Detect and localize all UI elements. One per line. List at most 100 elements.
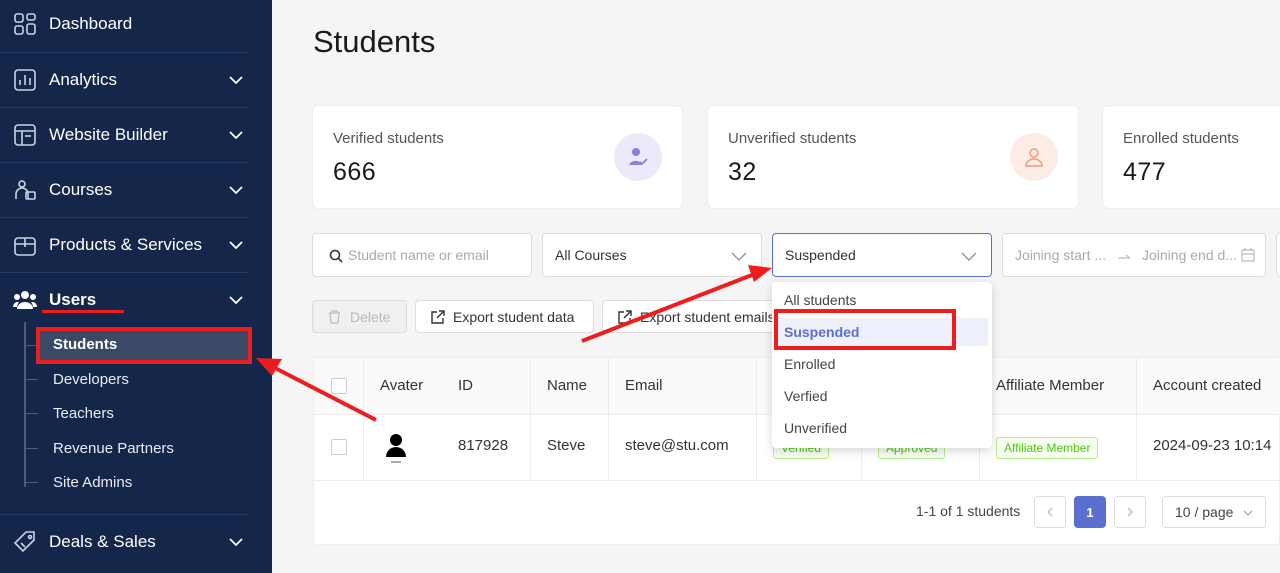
col-id: ID: [458, 377, 473, 394]
sidebar-subitem-revenue-partners[interactable]: Revenue Partners: [53, 440, 174, 457]
col-name: Name: [547, 377, 588, 394]
prev-page-button[interactable]: [1034, 496, 1066, 528]
page-button-current[interactable]: 1: [1074, 496, 1106, 528]
website-builder-icon: [13, 123, 37, 147]
sidebar-subitem-site-admins[interactable]: Site Admins: [53, 474, 132, 491]
chevron-down-icon: [731, 252, 747, 262]
stat-card-enrolled: Enrolled students 477: [1102, 105, 1280, 209]
chevron-down-icon: [229, 538, 243, 547]
sidebar-item-website-builder[interactable]: Website Builder: [0, 108, 272, 162]
joining-date-range[interactable]: Joining start ... Joining end d...: [1002, 233, 1266, 277]
sidebar-item-label: Users: [49, 290, 97, 309]
analytics-icon: [13, 68, 37, 92]
option-unverified[interactable]: Unverified: [784, 420, 847, 436]
end-date-input[interactable]: Joining end d...: [1142, 247, 1237, 263]
stat-label: Enrolled students: [1123, 130, 1239, 147]
col-email: Email: [625, 377, 663, 394]
export-icon: [618, 310, 632, 324]
avatar: [386, 434, 406, 463]
subnav-tree-line: [24, 322, 26, 487]
calendar-icon: [1241, 248, 1255, 262]
col-account-created: Account created: [1153, 377, 1262, 394]
stat-value: 477: [1123, 158, 1167, 186]
users-icon: [13, 288, 37, 312]
subnav-connector: [24, 379, 38, 380]
subnav-connector: [24, 482, 38, 483]
stat-card-unverified: Unverified students 32: [707, 105, 1079, 209]
products-icon: [13, 233, 37, 257]
cell-created: 2024-09-23 10:14: [1153, 437, 1272, 454]
sidebar: Dashboard Analytics Website Builder Cour…: [0, 0, 272, 573]
cell-email: steve@stu.com: [625, 437, 729, 454]
page-size-select[interactable]: 10 / page: [1162, 496, 1266, 528]
chevron-down-icon: [961, 252, 977, 262]
sidebar-item-deals-sales[interactable]: Deals & Sales: [0, 515, 272, 569]
col-avatar: Avater: [380, 377, 424, 394]
row-checkbox[interactable]: [331, 439, 347, 455]
stat-value: 666: [333, 158, 377, 186]
option-enrolled[interactable]: Enrolled: [784, 356, 835, 372]
cell-id: 817928: [458, 437, 509, 454]
affiliate-badge: Affiliate Member: [996, 437, 1099, 459]
course-select-value: All Courses: [555, 247, 627, 263]
export-emails-label: Export student emails: [640, 308, 775, 325]
chevron-down-icon: [229, 76, 243, 85]
delete-label: Delete: [350, 308, 391, 325]
sidebar-subitem-teachers[interactable]: Teachers: [53, 405, 114, 422]
pagination-summary: 1-1 of 1 students: [916, 503, 1021, 519]
page-title: Students: [313, 24, 436, 59]
sidebar-item-label: Dashboard: [49, 14, 133, 33]
sidebar-item-analytics[interactable]: Analytics: [0, 53, 272, 107]
sidebar-item-label: Analytics: [49, 70, 118, 89]
sidebar-subitem-students[interactable]: Students: [53, 336, 117, 353]
sidebar-item-users[interactable]: Users: [0, 273, 272, 327]
chevron-down-icon: [229, 131, 243, 140]
start-date-input[interactable]: Joining start ...: [1015, 247, 1106, 263]
chevron-down-icon: [229, 186, 243, 195]
sidebar-item-label: Courses: [49, 180, 113, 199]
chevron-right-icon: [1127, 507, 1133, 517]
stat-card-verified: Verified students 666: [312, 105, 683, 209]
verified-user-icon: [614, 133, 662, 181]
tag-icon: [13, 530, 37, 554]
chevron-left-icon: [1047, 507, 1053, 517]
chevron-down-icon: [1243, 510, 1253, 516]
select-all-checkbox[interactable]: [331, 378, 347, 394]
annotation-underline: [42, 310, 124, 313]
status-select-value: Suspended: [785, 247, 856, 263]
annotation-highlight-suspended: [774, 309, 956, 350]
dashboard-icon: [13, 12, 37, 36]
subnav-connector: [24, 413, 38, 414]
search-icon: [329, 249, 343, 263]
course-select[interactable]: All Courses: [542, 233, 762, 277]
chevron-down-icon: [229, 296, 243, 305]
sidebar-item-label: Products & Services: [49, 235, 203, 254]
stat-value: 32: [728, 158, 757, 186]
stat-label: Unverified students: [728, 130, 857, 147]
sidebar-item-products-services[interactable]: Products & Services: [0, 218, 272, 272]
search-placeholder: Student name or email: [348, 247, 489, 263]
export-student-data-button[interactable]: Export student data: [415, 300, 594, 333]
sidebar-item-dashboard[interactable]: Dashboard: [0, 0, 272, 51]
unverified-user-icon: [1010, 133, 1058, 181]
chevron-down-icon: [229, 241, 243, 250]
status-dropdown-menu: All students Suspended Enrolled Verfied …: [772, 282, 992, 448]
status-select[interactable]: Suspended: [772, 233, 992, 277]
col-affiliate: Affiliate Member: [996, 377, 1105, 394]
cell-name: Steve: [547, 437, 586, 454]
delete-button[interactable]: Delete: [312, 300, 407, 333]
sidebar-subitem-developers[interactable]: Developers: [53, 371, 129, 388]
arrow-right-icon: [1118, 254, 1131, 259]
search-input[interactable]: Student name or email: [312, 233, 532, 277]
option-all-students[interactable]: All students: [784, 292, 856, 308]
sidebar-item-courses[interactable]: Courses: [0, 163, 272, 217]
export-icon: [431, 310, 445, 324]
option-verified[interactable]: Verfied: [784, 388, 828, 404]
sidebar-item-label: Website Builder: [49, 125, 168, 144]
courses-icon: [13, 178, 37, 202]
export-data-label: Export student data: [453, 308, 575, 325]
next-page-button[interactable]: [1114, 496, 1146, 528]
subnav-connector: [24, 448, 38, 449]
extra-filter[interactable]: [1276, 233, 1280, 277]
export-student-emails-button[interactable]: Export student emails: [602, 300, 792, 333]
